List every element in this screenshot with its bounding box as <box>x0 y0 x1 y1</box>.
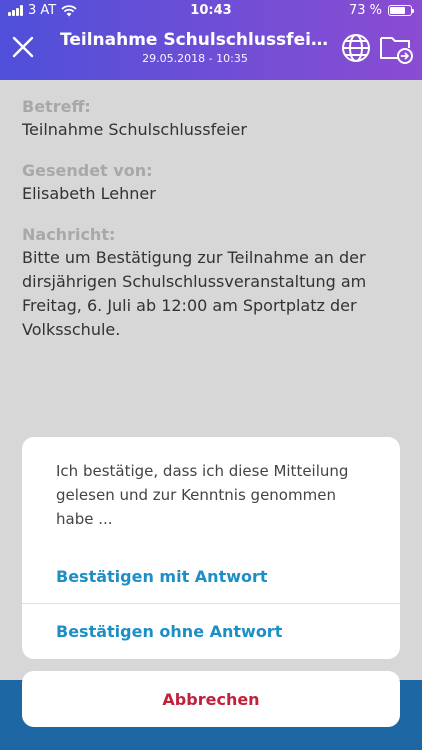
confirm-without-reply-button[interactable]: Bestätigen ohne Antwort <box>22 604 400 659</box>
sender-label: Gesendet von: <box>22 161 153 180</box>
subject-field: Betreff: Teilnahme Schulschlussfeier <box>22 96 402 142</box>
subject-value: Teilnahme Schulschlussfeier <box>22 120 247 139</box>
close-icon[interactable] <box>10 34 36 60</box>
message-detail: Betreff: Teilnahme Schulschlussfeier Ges… <box>22 96 402 360</box>
confirm-with-reply-button[interactable]: Bestätigen mit Antwort <box>22 549 400 604</box>
folder-move-icon[interactable] <box>378 30 414 66</box>
header: 3 AT 10:43 73 % Teilnahme Schulschlussfe… <box>0 0 422 80</box>
page-title: Teilnahme Schulschlussfeier <box>60 30 330 50</box>
action-sheet-message: Ich bestätige, dass ich diese Mitteilung… <box>56 462 349 528</box>
cancel-button[interactable]: Abbrechen <box>22 671 400 727</box>
battery-icon <box>388 5 414 16</box>
nav-title-block: Teilnahme Schulschlussfeier 29.05.2018 -… <box>60 30 330 65</box>
action-sheet: Ich bestätige, dass ich diese Mitteilung… <box>22 437 400 659</box>
status-bar: 3 AT 10:43 73 % <box>0 0 422 22</box>
battery-percent: 73 % <box>348 3 382 18</box>
sender-value: Elisabeth Lehner <box>22 184 156 203</box>
page-subtitle: 29.05.2018 - 10:35 <box>142 52 248 65</box>
sender-field: Gesendet von: Elisabeth Lehner <box>22 160 402 206</box>
body-value: Bitte um Bestätigung zur Teilnahme an de… <box>22 248 367 339</box>
body-field: Nachricht: Bitte um Bestätigung zur Teil… <box>22 224 402 342</box>
subject-label: Betreff: <box>22 97 91 116</box>
globe-icon[interactable] <box>340 32 372 64</box>
body-label: Nachricht: <box>22 225 116 244</box>
